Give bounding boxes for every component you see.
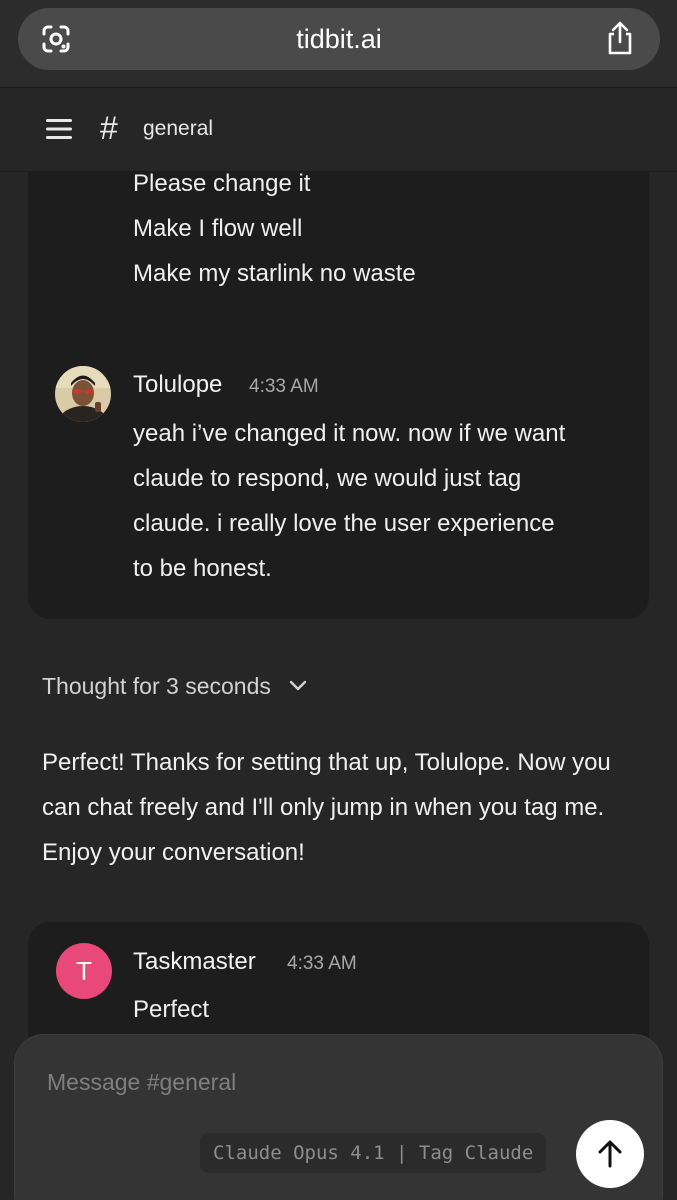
message-timestamp: 4:33 AM: [249, 376, 319, 397]
message-line: yeah i’ve changed it now. now if we want: [133, 420, 566, 447]
address-bar[interactable]: tidbit.ai: [18, 8, 660, 70]
avatar-taskmaster[interactable]: T: [56, 943, 112, 999]
channel-hash-icon: #: [100, 110, 118, 146]
message-group: [28, 172, 649, 619]
thought-label: Thought for 3 seconds: [42, 673, 271, 699]
message-line: to be honest.: [133, 555, 272, 582]
channel-name[interactable]: general: [143, 116, 213, 142]
share-icon[interactable]: [604, 20, 636, 56]
channel-header: # general: [0, 88, 677, 172]
message-line: Make my starlink no waste: [133, 260, 416, 287]
message-line: claude to respond, we would just tag: [133, 465, 522, 492]
chevron-down-icon: [289, 680, 307, 691]
thought-toggle[interactable]: Thought for 3 seconds: [42, 670, 307, 702]
sender-name[interactable]: Taskmaster: [133, 947, 256, 977]
menu-icon[interactable]: [46, 118, 72, 140]
message-line: Perfect: [133, 996, 210, 1023]
url-text[interactable]: tidbit.ai: [18, 8, 660, 70]
arrow-up-icon: [598, 1140, 622, 1168]
message-line: Please change it: [133, 172, 311, 197]
sender-name[interactable]: Tolulope: [133, 370, 222, 400]
avatar-tolulope[interactable]: [55, 366, 111, 422]
message-composer: Claude Opus 4.1 | Tag Claude: [14, 1034, 663, 1200]
message-timestamp: 4:33 AM: [287, 953, 357, 974]
message-input[interactable]: [47, 1065, 607, 1099]
model-selector[interactable]: Claude Opus 4.1 | Tag Claude: [200, 1133, 547, 1173]
browser-bar: tidbit.ai: [0, 0, 677, 88]
assistant-reply: Perfect! Thanks for setting that up, Tol…: [42, 749, 611, 866]
message-line: Make I flow well: [133, 215, 303, 242]
send-button[interactable]: [576, 1120, 644, 1188]
message-line: claude. i really love the user experienc…: [133, 510, 555, 537]
